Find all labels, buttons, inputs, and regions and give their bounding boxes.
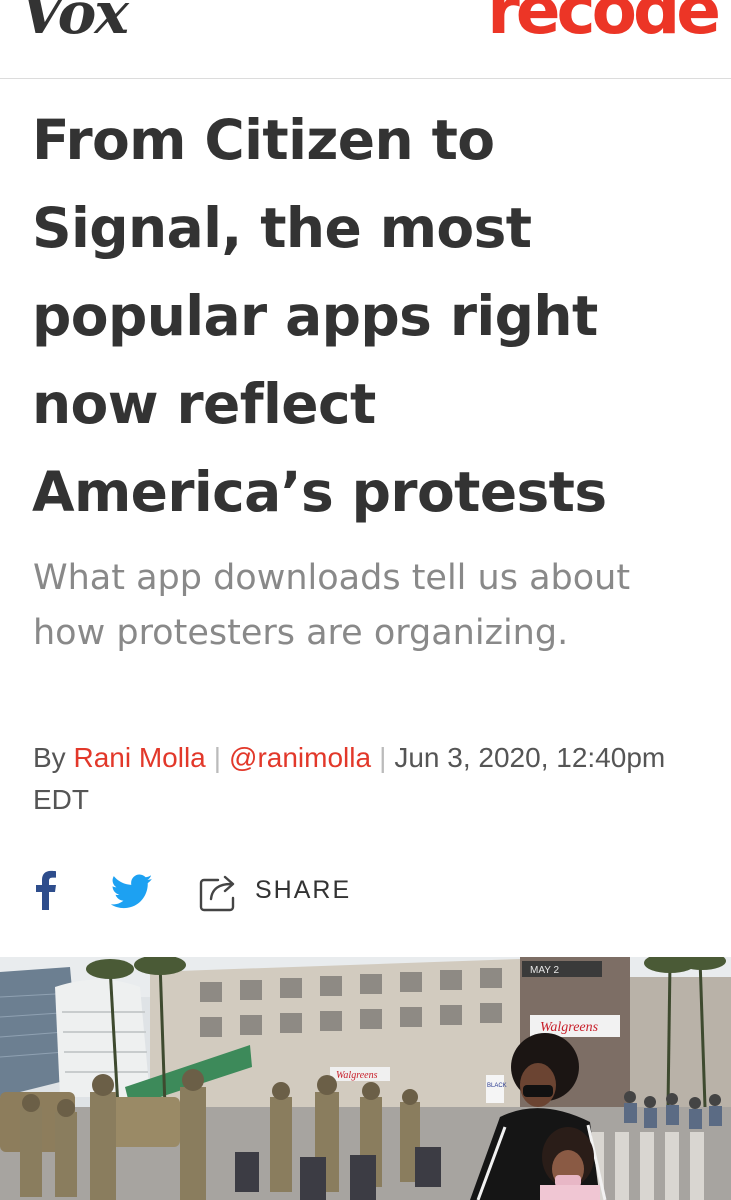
author-link[interactable]: Rani Molla	[73, 742, 205, 773]
article-photo: MAY 2 Walgreens Walgreens BLACK	[0, 957, 731, 1200]
protest-photo-illustration: MAY 2 Walgreens Walgreens BLACK	[0, 957, 731, 1200]
byline-separator-2: |	[379, 742, 387, 773]
share-icon[interactable]	[198, 872, 240, 912]
twitter-icon[interactable]	[111, 874, 153, 910]
article-headline: From Citizen to Signal, the most popular…	[32, 108, 607, 524]
recode-logo[interactable]: recode	[487, 0, 721, 44]
vox-logo[interactable]: Vox	[20, 0, 129, 42]
byline-by: By	[33, 742, 66, 773]
byline: By Rani Molla | @ranimolla | Jun 3, 2020, 12…	[33, 737, 693, 821]
byline-separator: |	[213, 742, 222, 773]
share-label[interactable]: SHARE	[255, 874, 351, 906]
share-bar: SHARE	[33, 866, 693, 918]
author-twitter-handle[interactable]: @ranimolla	[229, 742, 371, 773]
site-header: Vox recode	[0, 0, 731, 79]
sign-may: MAY 2	[530, 965, 560, 976]
facebook-icon[interactable]	[33, 870, 57, 910]
sign-walgreens: Walgreens	[540, 1020, 599, 1035]
sign-walgreens-small: Walgreens	[336, 1070, 378, 1081]
article-dek: What app downloads tell us about how pro…	[33, 558, 631, 653]
sign-black: BLACK	[487, 1083, 507, 1089]
